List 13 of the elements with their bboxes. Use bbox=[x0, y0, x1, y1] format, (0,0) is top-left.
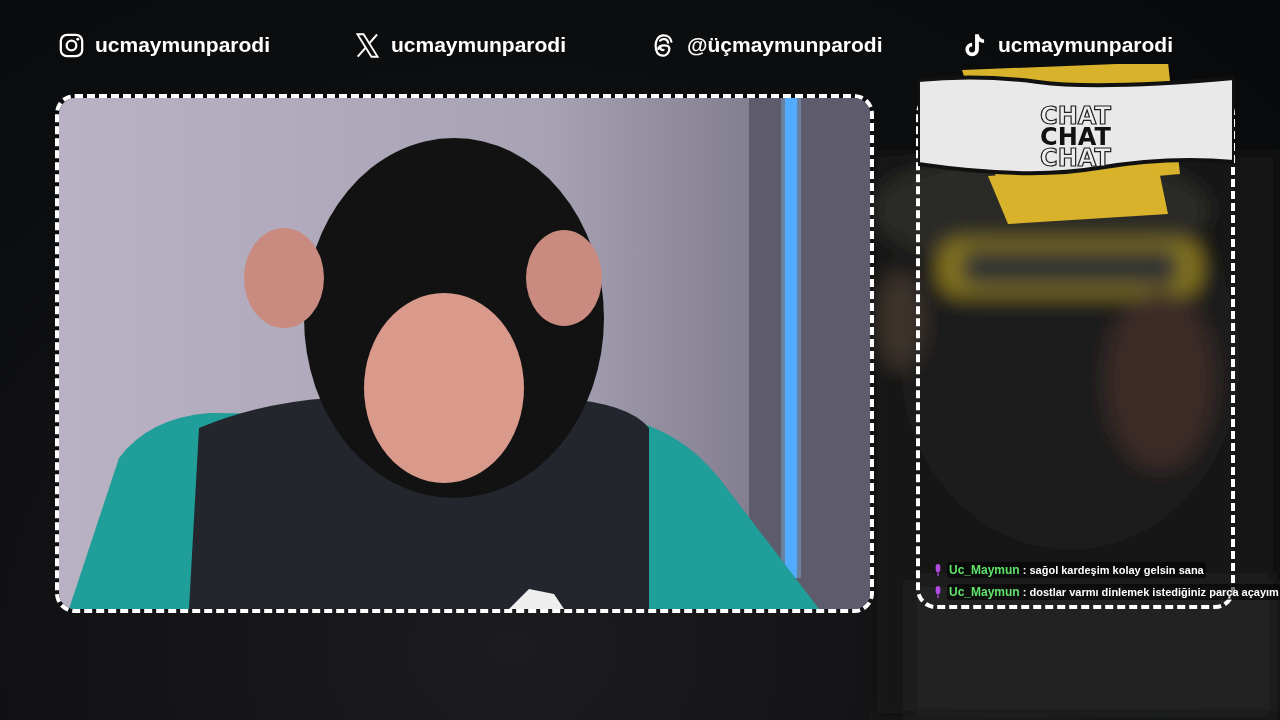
microphone-icon bbox=[934, 563, 942, 577]
x-logo-icon bbox=[354, 31, 381, 59]
social-handle: ucmaymunparodi bbox=[391, 33, 567, 57]
instagram-icon bbox=[58, 31, 85, 59]
chat-title: CHAT bbox=[1040, 127, 1111, 148]
chat-message: Uc_Maymun : sağol kardeşim kolay gelsin sana bbox=[947, 562, 1206, 578]
social-handle: ucmaymunparodi bbox=[95, 33, 271, 57]
social-handle: ucmaymunparodi bbox=[998, 33, 1174, 57]
chat-message: Uc_Maymun : dostlar varmı dinlemek istediğiniz parça açayım bbox=[947, 584, 1280, 600]
chat-title: CHAT bbox=[1040, 106, 1111, 127]
chat-title: CHAT bbox=[1040, 148, 1111, 169]
microphone-icon bbox=[934, 585, 942, 599]
social-handle: @üçmaymunparodi bbox=[687, 33, 883, 57]
